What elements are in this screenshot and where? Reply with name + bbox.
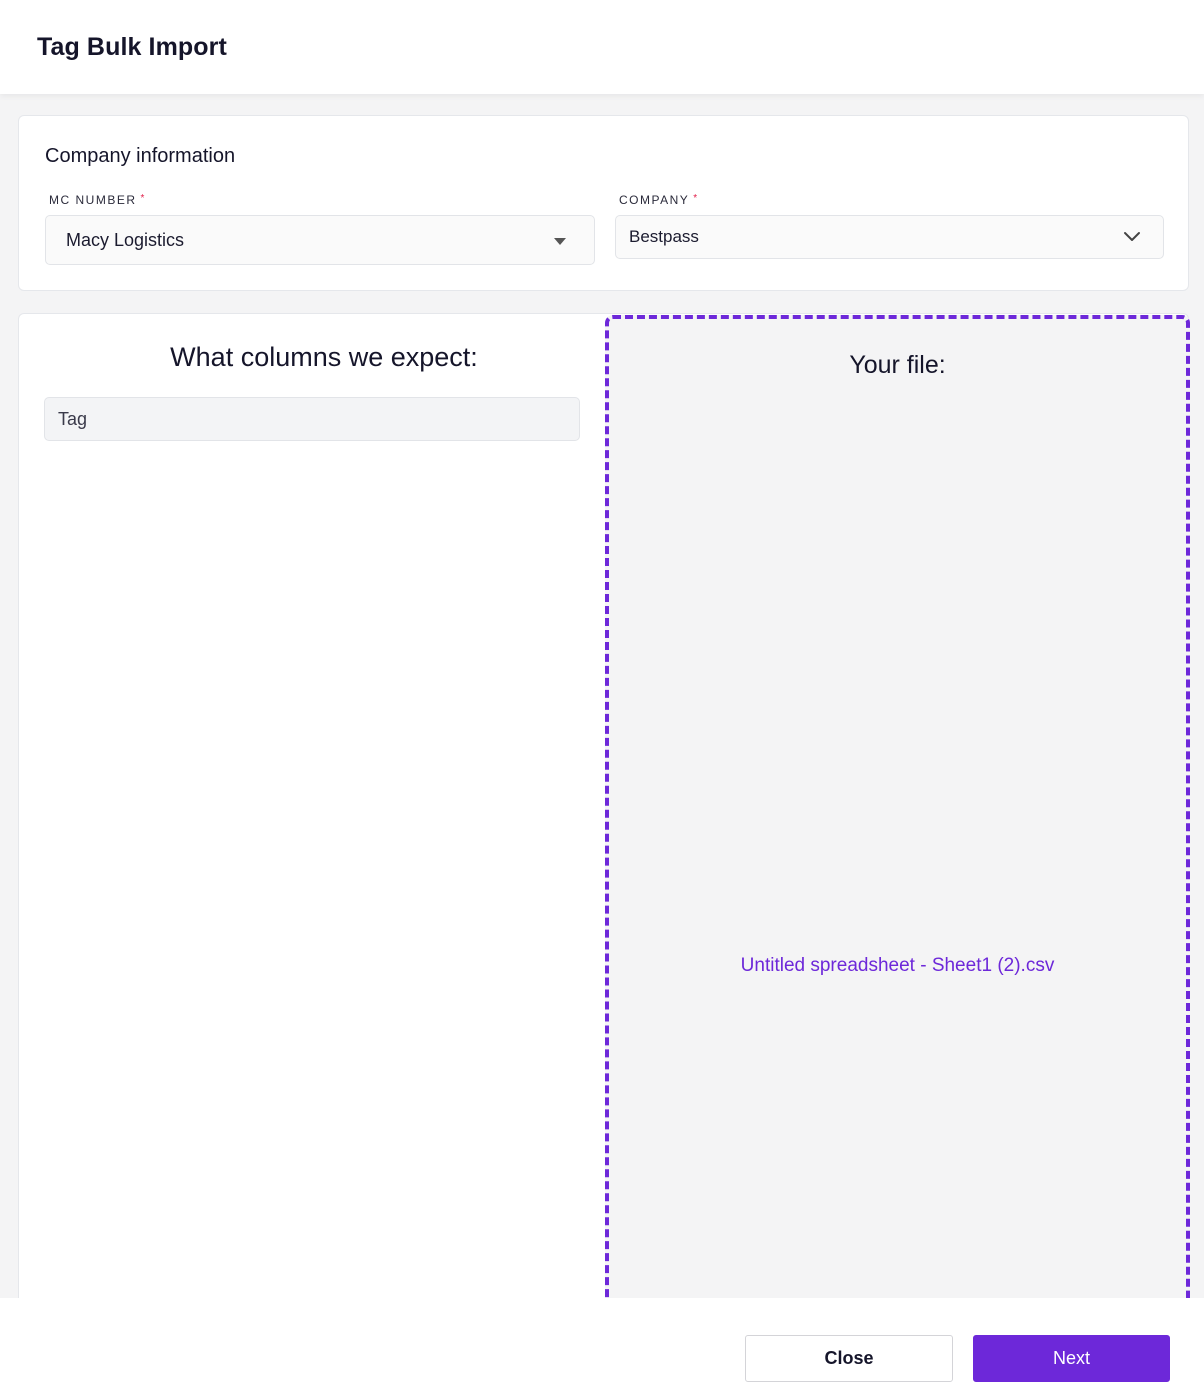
required-mark: * <box>140 193 146 204</box>
company-label: COMPANY * <box>619 193 699 207</box>
expected-columns-title: What columns we expect: <box>170 342 478 372</box>
uploaded-file-name: Untitled spreadsheet - Sheet1 (2).csv <box>740 955 1055 976</box>
file-dropzone[interactable]: Your file: Untitled spreadsheet - Sheet1… <box>605 315 1190 1315</box>
page-header: Tag Bulk Import <box>0 0 1204 94</box>
caret-down-icon <box>554 238 566 245</box>
mc-number-value: Macy Logistics <box>66 229 185 250</box>
next-button[interactable]: Next <box>973 1335 1170 1382</box>
your-file-title: Your file: <box>849 351 946 379</box>
chevron-down-icon <box>1124 232 1140 241</box>
column-mapping-card: What columns we expect: Tag Your file: U… <box>18 313 1190 1315</box>
company-value: Bestpass <box>629 227 699 246</box>
company-information-card: Company information MC NUMBER * Macy Logi… <box>18 115 1189 291</box>
company-select[interactable]: Bestpass <box>615 215 1164 259</box>
mc-number-label: MC NUMBER * <box>49 193 146 207</box>
required-mark: * <box>693 193 699 204</box>
expected-column-tag: Tag <box>44 397 580 441</box>
page-title: Tag Bulk Import <box>37 32 227 61</box>
company-information-title: Company information <box>45 145 236 167</box>
close-button[interactable]: Close <box>745 1335 953 1382</box>
footer-bar: Close Next <box>0 1298 1204 1395</box>
mc-number-select[interactable]: Macy Logistics <box>45 215 595 265</box>
